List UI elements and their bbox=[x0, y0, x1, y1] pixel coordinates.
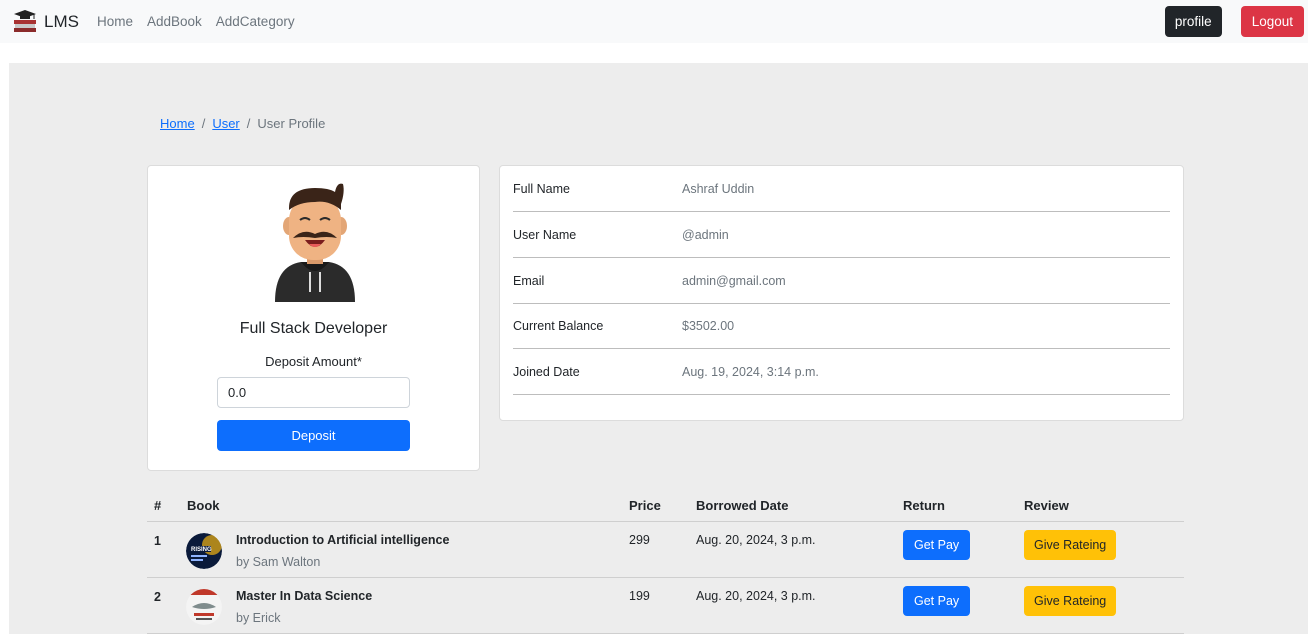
deposit-amount-input[interactable] bbox=[217, 377, 410, 408]
breadcrumb: Home / User / User Profile bbox=[160, 116, 325, 131]
navbar: LMS Home AddBook AddCategory profile Log… bbox=[0, 0, 1308, 43]
borrowed-date: Aug. 20, 2024, 3 p.m. bbox=[696, 533, 816, 547]
profile-title: Full Stack Developer bbox=[239, 320, 388, 337]
header-return: Return bbox=[903, 498, 945, 513]
breadcrumb-user[interactable]: User bbox=[212, 116, 239, 131]
give-rating-button[interactable]: Give Rateing bbox=[1024, 530, 1117, 560]
table-header: # Book Price Borrowed Date Return Review bbox=[147, 488, 1184, 522]
header-borrowed-date: Borrowed Date bbox=[696, 498, 789, 513]
breadcrumb-current: User Profile bbox=[257, 116, 326, 131]
info-row-joined-date: Joined Date Aug. 19, 2024, 3:14 p.m. bbox=[513, 349, 1170, 395]
nav-links: Home AddBook AddCategory bbox=[97, 14, 309, 29]
svg-text:RISING: RISING bbox=[191, 547, 212, 553]
header-price: Price bbox=[629, 498, 661, 513]
breadcrumb-separator: / bbox=[246, 116, 251, 131]
get-pay-button[interactable]: Get Pay bbox=[903, 530, 971, 560]
book-price: 199 bbox=[629, 589, 650, 603]
info-row-current-balance: Current Balance $3502.00 bbox=[513, 303, 1170, 349]
info-value: $3502.00 bbox=[682, 318, 735, 333]
nav-link-home[interactable]: Home bbox=[97, 14, 133, 29]
info-value: Aug. 19, 2024, 3:14 p.m. bbox=[682, 364, 819, 379]
get-pay-button[interactable]: Get Pay bbox=[903, 586, 971, 616]
brand[interactable]: LMS bbox=[12, 9, 79, 35]
row-number: 1 bbox=[154, 534, 161, 548]
info-label: User Name bbox=[513, 227, 577, 242]
info-label: Current Balance bbox=[513, 318, 604, 333]
info-row-user-name: User Name @admin bbox=[513, 212, 1170, 258]
breadcrumb-home[interactable]: Home bbox=[160, 116, 195, 131]
table-row: 1 RISING Introduction to Artificial inte… bbox=[147, 522, 1184, 578]
breadcrumb-separator: / bbox=[201, 116, 206, 131]
book-author: by Sam Walton bbox=[236, 555, 321, 569]
brand-text: LMS bbox=[44, 11, 79, 31]
info-label: Joined Date bbox=[513, 364, 580, 379]
avatar bbox=[275, 183, 355, 302]
borrowed-books-table: # Book Price Borrowed Date Return Review… bbox=[147, 488, 1184, 634]
profile-button[interactable]: profile bbox=[1164, 6, 1222, 37]
info-row-email: Email admin@gmail.com bbox=[513, 258, 1170, 304]
deposit-label: Deposit Amount* bbox=[265, 354, 362, 369]
book-cover-image[interactable]: RISING bbox=[186, 533, 222, 569]
header-book: Book bbox=[187, 498, 220, 513]
header-review: Review bbox=[1024, 498, 1069, 513]
book-cover-image[interactable] bbox=[186, 589, 222, 625]
table-row: 2 Master In Data Science by Erick 199 Au… bbox=[147, 578, 1184, 634]
user-info-card: Full Name Ashraf Uddin User Name @admin … bbox=[499, 165, 1184, 421]
info-value: @admin bbox=[682, 227, 729, 242]
nav-actions: profile Logout bbox=[1164, 6, 1308, 37]
profile-card: Full Stack Developer Deposit Amount* Dep… bbox=[147, 165, 480, 471]
book-title[interactable]: Master In Data Science bbox=[236, 589, 372, 603]
info-label: Email bbox=[513, 273, 545, 288]
nav-link-addbook[interactable]: AddBook bbox=[147, 14, 202, 29]
header-num: # bbox=[154, 498, 162, 513]
row-number: 2 bbox=[154, 590, 161, 604]
book-author: by Erick bbox=[236, 611, 281, 625]
info-value: admin@gmail.com bbox=[682, 273, 786, 288]
main-content: Home / User / User Profile Full Stack De… bbox=[9, 63, 1308, 634]
nav-link-addcategory[interactable]: AddCategory bbox=[216, 14, 295, 29]
book-price: 299 bbox=[629, 533, 650, 547]
give-rating-button[interactable]: Give Rateing bbox=[1024, 586, 1117, 616]
info-label: Full Name bbox=[513, 181, 570, 196]
info-row-full-name: Full Name Ashraf Uddin bbox=[513, 166, 1170, 212]
logout-button[interactable]: Logout bbox=[1240, 6, 1304, 37]
books-logo-icon bbox=[14, 9, 36, 32]
borrowed-date: Aug. 20, 2024, 3 p.m. bbox=[696, 589, 816, 603]
info-value: Ashraf Uddin bbox=[682, 181, 755, 196]
deposit-button[interactable]: Deposit bbox=[217, 420, 410, 451]
book-title[interactable]: Introduction to Artificial intelligence bbox=[236, 533, 449, 547]
